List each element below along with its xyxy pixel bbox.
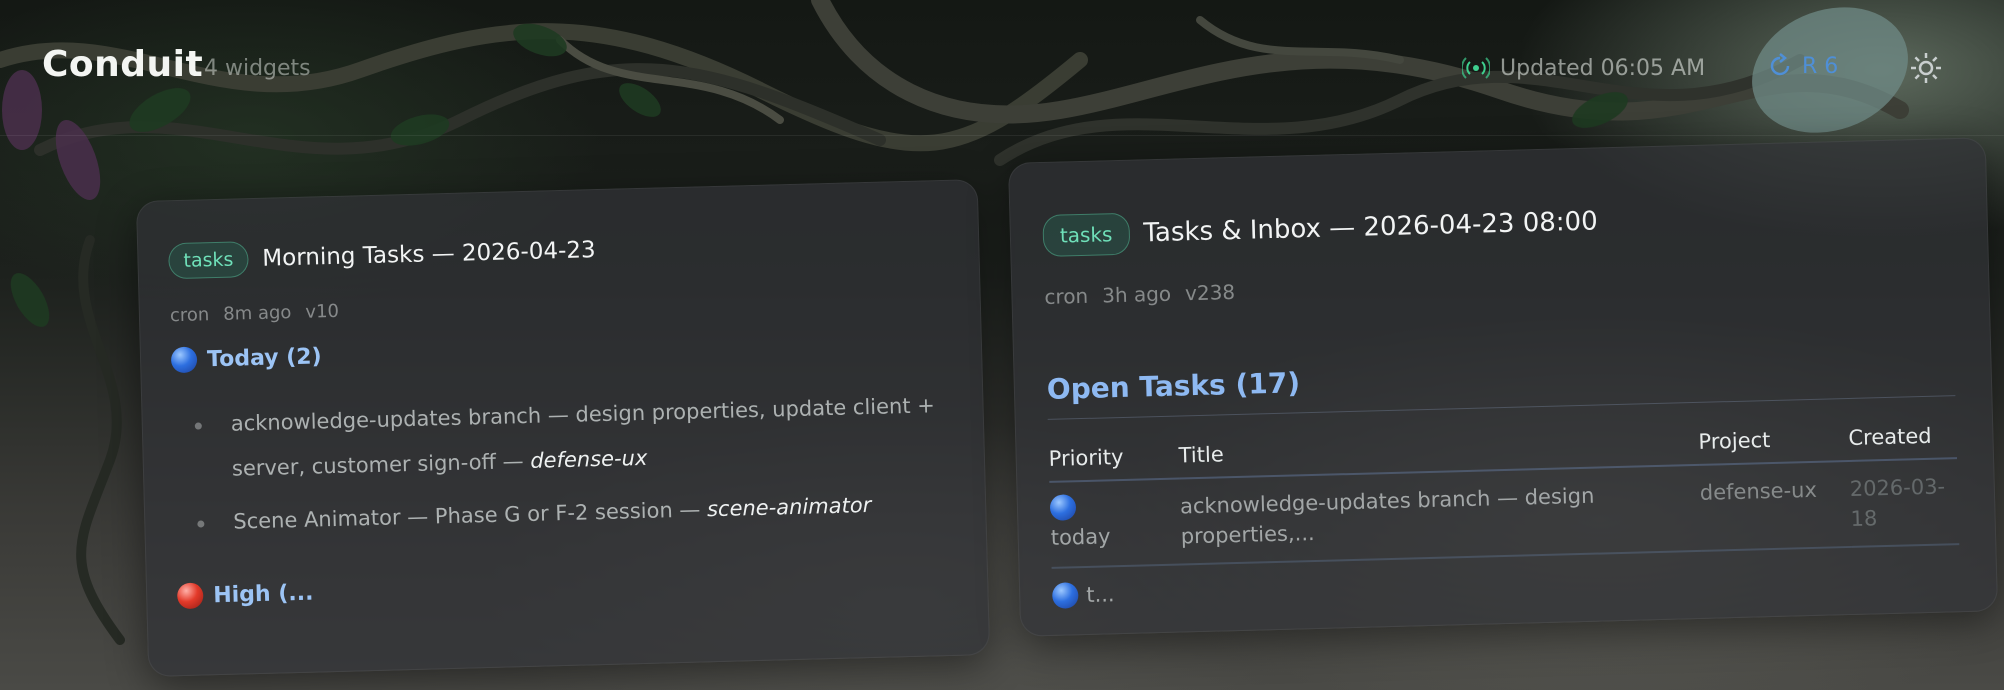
task-text: Scene Animator — Phase G or F-2 session … (233, 497, 708, 534)
column-header-project[interactable]: Project (1697, 411, 1850, 465)
blue-circle-icon (170, 346, 198, 374)
red-circle-icon (176, 582, 204, 610)
widget-title: Tasks & Inbox — 2026-04-23 08:00 (1142, 206, 1599, 249)
list-item[interactable]: acknowledge-updates branch — design prop… (186, 383, 948, 493)
refresh-button[interactable]: R 6 (1766, 52, 1838, 80)
meta-version: v10 (305, 300, 340, 323)
task-project: defense-ux (529, 445, 648, 473)
section-today: Today (2) (170, 343, 322, 374)
column-header-created[interactable]: Created (1847, 409, 1958, 461)
blue-circle-icon (1051, 582, 1079, 609)
today-task-list: acknowledge-updates branch — design prop… (186, 383, 950, 554)
meta-source: cron (169, 304, 210, 327)
widget-header: tasks Morning Tasks — 2026-04-23 (168, 232, 596, 280)
created-cell (1851, 544, 1960, 602)
refresh-icon (1770, 53, 1790, 76)
title-cell: acknowledge-updates branch — design prop… (1179, 464, 1702, 565)
broadcast-icon (1462, 57, 1490, 79)
priority-cell: t... (1051, 564, 1183, 622)
update-status: Updated 06:05 AM (1462, 54, 1705, 82)
section-label: Today (2) (206, 343, 322, 372)
project-cell: defense-ux (1699, 460, 1852, 551)
column-header-priority[interactable]: Priority (1048, 429, 1180, 482)
priority-cell: today (1049, 478, 1182, 568)
morning-tasks-widget[interactable]: tasks Morning Tasks — 2026-04-23 cron 8m… (135, 179, 991, 677)
meta-source: cron (1044, 283, 1089, 309)
task-project: scene-animator (706, 492, 872, 522)
widget-meta: cron 3h ago v238 (1044, 280, 1235, 309)
widget-header: tasks Tasks & Inbox — 2026-04-23 08:00 (1042, 200, 1598, 257)
updated-time: Updated 06:05 AM (1500, 55, 1706, 81)
project-cell (1701, 547, 1852, 606)
tag-badge: tasks (168, 241, 249, 280)
app-title: Conduit (42, 44, 204, 85)
blue-circle-icon (1049, 494, 1077, 521)
tasks-table: Priority Title Project Created today ack… (1048, 395, 1961, 623)
open-tasks-heading: Open Tasks (17) (1046, 366, 1301, 406)
tag-badge: tasks (1042, 212, 1130, 257)
meta-age: 3h ago (1101, 281, 1172, 308)
top-bar: Conduit 4 widgets Updated 06:05 AM R 6 (0, 0, 2004, 136)
priority-text: t... (1085, 582, 1115, 607)
refresh-label: R 6 (1802, 53, 1839, 79)
priority-text: today (1050, 524, 1111, 550)
created-cell: 2026-03-18 (1849, 458, 1960, 547)
section-high: High (... (176, 580, 314, 610)
list-item[interactable]: Scene Animator — Phase G or F-2 session … (189, 481, 950, 546)
widget-title: Morning Tasks — 2026-04-23 (262, 237, 596, 272)
gear-icon[interactable] (1908, 50, 1944, 86)
meta-version: v238 (1184, 279, 1236, 306)
widget-count: 4 widgets (204, 56, 311, 81)
widget-meta: cron 8m ago v10 (170, 301, 340, 326)
section-label: High (... (212, 580, 314, 608)
meta-age: 8m ago (222, 302, 292, 325)
tasks-inbox-widget[interactable]: tasks Tasks & Inbox — 2026-04-23 08:00 c… (1007, 137, 1999, 637)
